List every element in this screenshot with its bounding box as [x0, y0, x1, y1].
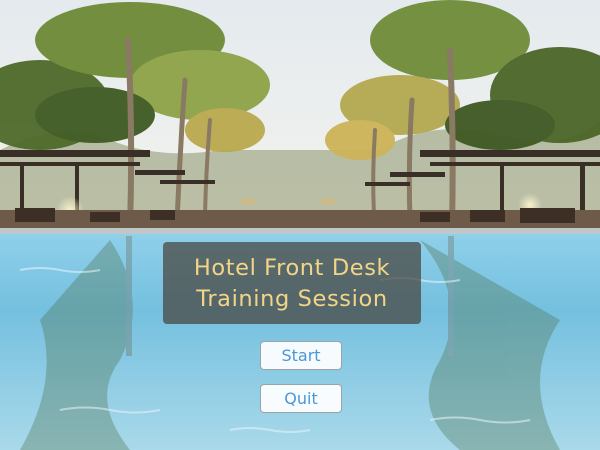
quit-button[interactable]: Quit	[260, 384, 342, 413]
title-screen: Hotel Front Desk Training Session Start …	[0, 0, 600, 450]
title-line-2: Training Session	[196, 286, 388, 312]
start-button[interactable]: Start	[260, 341, 342, 370]
title-line-1: Hotel Front Desk	[193, 255, 391, 281]
title-panel: Hotel Front Desk Training Session	[163, 242, 421, 324]
background-resort-pool-image	[0, 0, 600, 450]
